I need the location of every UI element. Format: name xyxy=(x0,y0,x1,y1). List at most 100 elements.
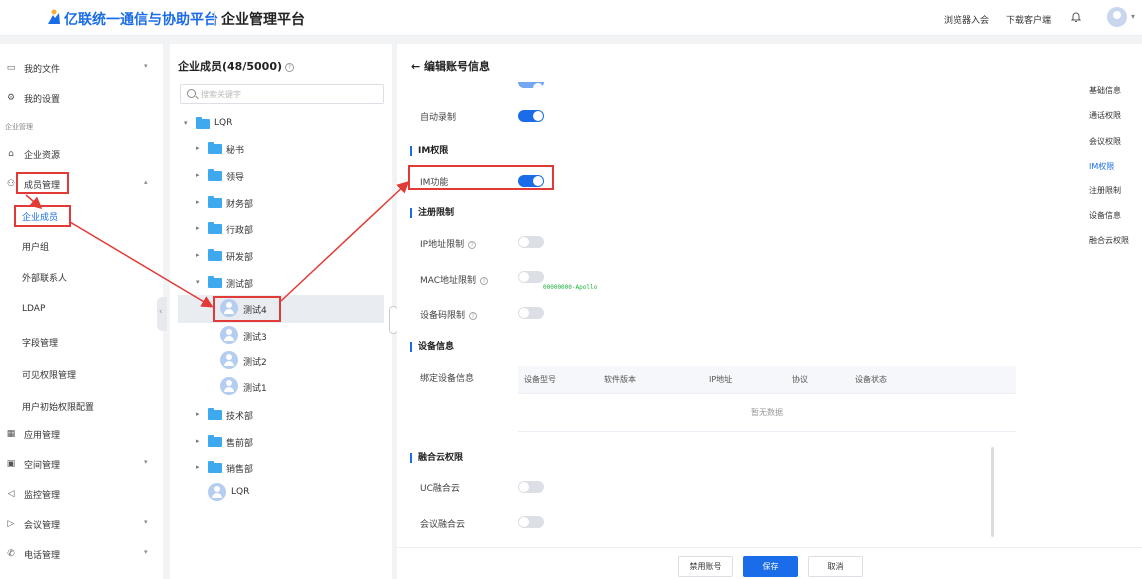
column-header: 协议 xyxy=(792,375,808,384)
sidebar-item-app-management[interactable]: ▦ 应用管理 xyxy=(0,424,163,444)
anchor-meeting-permissions[interactable]: 会议权限 xyxy=(1089,136,1121,147)
users-icon: ⚇ xyxy=(6,179,16,189)
scrollbar[interactable] xyxy=(991,447,994,537)
sidebar-item-label: 企业资源 xyxy=(24,151,61,161)
help-icon[interactable]: ? xyxy=(469,312,478,320)
help-icon[interactable]: ? xyxy=(285,63,294,72)
sidebar-collapse-button[interactable] xyxy=(157,297,167,331)
auto-record-label: 自动录制 xyxy=(420,113,457,123)
auto-record-toggle[interactable] xyxy=(518,110,544,122)
caret-down-icon[interactable]: ▾ xyxy=(184,119,188,127)
column-header: 软件版本 xyxy=(604,375,636,384)
caret-right-icon[interactable]: ▸ xyxy=(196,144,200,152)
watermark-text: 00000000-Apollo xyxy=(543,284,598,291)
footer-bar: 禁用账号 保存 取消 xyxy=(397,547,1142,579)
user-avatar-icon xyxy=(220,326,238,344)
sidebar-item-external-contacts[interactable]: 外部联系人 xyxy=(22,271,67,284)
save-button[interactable]: 保存 xyxy=(743,556,798,577)
column-header: 设备状态 xyxy=(855,375,887,384)
toggle-switch[interactable] xyxy=(518,82,544,93)
uc-cloud-toggle[interactable] xyxy=(518,481,544,493)
device-info-heading: 设备信息 xyxy=(410,342,454,352)
table-header: 设备型号 软件版本 IP地址 协议 设备状态 xyxy=(518,366,1016,394)
mac-limit-toggle[interactable] xyxy=(518,271,544,283)
download-client-link[interactable]: 下载客户端 xyxy=(1006,13,1051,26)
space-icon: ▣ xyxy=(6,459,16,469)
sidebar-item-visibility-management[interactable]: 可见权限管理 xyxy=(22,368,76,381)
im-function-toggle[interactable] xyxy=(518,175,544,187)
help-icon[interactable]: ? xyxy=(480,277,489,285)
logo-icon xyxy=(48,9,60,24)
meeting-cloud-toggle[interactable] xyxy=(518,516,544,528)
caret-down-icon[interactable]: ▾ xyxy=(196,278,200,286)
caret-right-icon[interactable]: ▸ xyxy=(196,463,200,471)
sidebar-item-member-management[interactable]: ⚇ 成员管理 ▴ xyxy=(0,174,163,194)
sidebar-item-my-files[interactable]: ▭ 我的文件 ▾ xyxy=(0,58,163,78)
folder-outline-icon: ▭ xyxy=(6,63,16,73)
sidebar-item-space-management[interactable]: ▣ 空间管理 ▾ xyxy=(0,454,163,474)
sidebar-item-field-management[interactable]: 字段管理 xyxy=(22,336,58,349)
chevron-down-icon: ▾ xyxy=(144,458,148,466)
anchor-call-permissions[interactable]: 通话权限 xyxy=(1089,110,1121,121)
browser-join-link[interactable]: 浏览器入会 xyxy=(944,13,989,26)
folder-icon xyxy=(208,249,222,261)
ip-limit-text: IP地址限制 xyxy=(420,240,465,250)
sidebar-item-monitor-management[interactable]: ◁ 监控管理 xyxy=(0,484,163,504)
anchor-im-permissions[interactable]: IM权限 xyxy=(1089,161,1114,172)
device-code-limit-text: 设备码限制 xyxy=(420,311,466,321)
device-code-limit-toggle[interactable] xyxy=(518,307,544,319)
sidebar-item-my-settings[interactable]: ⚙ 我的设置 xyxy=(0,88,163,108)
phone-icon: ✆ xyxy=(7,549,15,559)
monitor-icon: ◁ xyxy=(7,489,15,499)
caret-right-icon[interactable]: ▸ xyxy=(196,198,200,206)
folder-icon xyxy=(208,169,222,181)
caret-right-icon[interactable]: ▸ xyxy=(196,251,200,259)
anchor-registration-limits[interactable]: 注册限制 xyxy=(1089,185,1121,196)
device-code-limit-label: 设备码限制? xyxy=(420,308,478,321)
sidebar-item-phone-management[interactable]: ✆ 电话管理 ▾ xyxy=(0,544,163,564)
chevron-down-icon[interactable]: ▾ xyxy=(1131,12,1135,21)
user-avatar-icon xyxy=(208,483,226,501)
gear-icon: ⚙ xyxy=(6,93,16,103)
search-input[interactable] xyxy=(201,87,379,101)
tree-node-label: 行政部 xyxy=(226,226,254,236)
bell-icon[interactable] xyxy=(1070,11,1082,23)
tree-title-text: 企业成员(48/5000) xyxy=(178,60,282,73)
tree-node-label: LQR xyxy=(231,487,250,497)
folder-icon xyxy=(208,408,222,420)
back-arrow-icon[interactable]: ← xyxy=(411,60,424,73)
sidebar-item-label: 成员管理 xyxy=(24,181,61,191)
sidebar-item-label: 会议管理 xyxy=(24,521,61,531)
edit-account-panel: ← 编辑账号信息 自动录制 IM权限 IM功能 注册限制 IP地址限制? MAC… xyxy=(397,44,1142,579)
chevron-up-icon: ▴ xyxy=(144,178,148,186)
help-icon[interactable]: ? xyxy=(468,241,477,249)
ip-limit-toggle[interactable] xyxy=(518,236,544,248)
user-avatar[interactable] xyxy=(1107,7,1127,27)
sidebar-item-ldap[interactable]: LDAP xyxy=(22,304,45,314)
folder-icon xyxy=(208,461,222,473)
cancel-button[interactable]: 取消 xyxy=(808,556,863,577)
sidebar-item-enterprise-resources[interactable]: ⌂ 企业资源 xyxy=(0,144,163,164)
caret-right-icon[interactable]: ▸ xyxy=(196,171,200,179)
sidebar-item-meeting-management[interactable]: ▷ 会议管理 ▾ xyxy=(0,514,163,534)
im-permissions-heading: IM权限 xyxy=(410,146,448,156)
cloud-permissions-heading: 融合云权限 xyxy=(410,453,463,463)
caret-right-icon[interactable]: ▸ xyxy=(196,410,200,418)
sidebar: ▭ 我的文件 ▾ ⚙ 我的设置 企业管理 ⌂ 企业资源 ⚇ 成员管理 ▴ 企业成… xyxy=(0,44,163,579)
caret-right-icon[interactable]: ▸ xyxy=(196,437,200,445)
sidebar-item-user-groups[interactable]: 用户组 xyxy=(22,240,49,253)
sidebar-item-user-initial-permissions[interactable]: 用户初始权限配置 xyxy=(22,400,94,413)
ip-limit-label: IP地址限制? xyxy=(420,237,477,250)
sidebar-item-enterprise-members[interactable]: 企业成员 xyxy=(22,210,58,223)
disable-account-button[interactable]: 禁用账号 xyxy=(678,556,733,577)
anchor-basic-info[interactable]: 基础信息 xyxy=(1089,85,1121,96)
folder-icon xyxy=(208,276,222,288)
tree-title: 企业成员(48/5000)? xyxy=(178,58,294,74)
grid-icon: ▦ xyxy=(6,429,16,439)
anchor-device-info[interactable]: 设备信息 xyxy=(1089,210,1121,221)
platform-name: 企业管理平台 xyxy=(221,12,305,28)
building-icon: ⌂ xyxy=(8,149,14,159)
caret-right-icon[interactable]: ▸ xyxy=(196,224,200,232)
anchor-cloud-permissions[interactable]: 融合云权限 xyxy=(1089,235,1129,246)
brand-name: 亿联统一通信与协助平台 xyxy=(64,12,218,28)
